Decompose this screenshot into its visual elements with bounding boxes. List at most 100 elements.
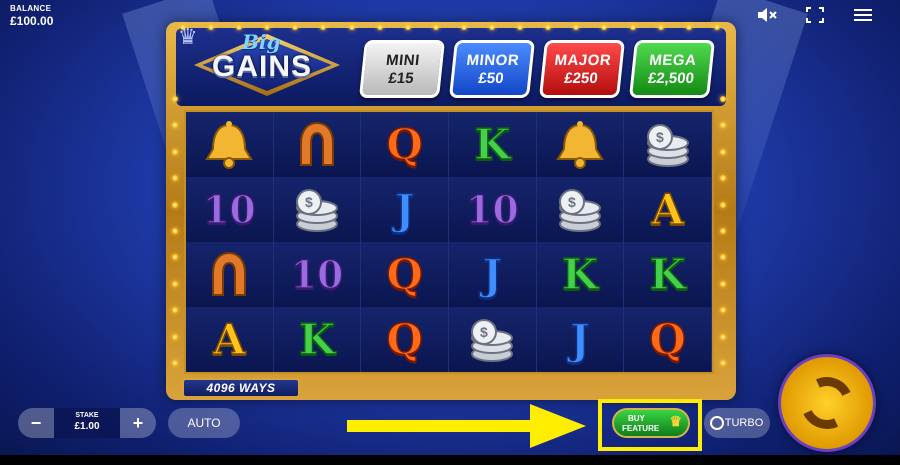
top-icon-bar bbox=[756, 6, 874, 24]
jackpot-name: MINI bbox=[385, 51, 421, 69]
mute-icon[interactable] bbox=[756, 6, 778, 24]
bulb bbox=[720, 280, 726, 287]
bulb bbox=[172, 122, 178, 129]
bulb bbox=[720, 175, 726, 182]
jackpot-value: £250 bbox=[563, 69, 599, 87]
bulb bbox=[713, 24, 720, 30]
coins-symbol-icon: $ bbox=[536, 177, 625, 242]
bulb bbox=[629, 24, 636, 30]
bulb bbox=[460, 24, 467, 30]
bulb bbox=[172, 175, 178, 182]
reel-symbol: K bbox=[273, 307, 362, 372]
reel-symbol: J bbox=[536, 307, 625, 372]
bulb-column-right bbox=[720, 96, 728, 366]
bulb bbox=[172, 96, 178, 102]
reel-symbol: Q bbox=[361, 112, 449, 177]
bulb bbox=[720, 122, 726, 129]
reel-symbol: A bbox=[624, 177, 712, 242]
jackpot-name: MEGA bbox=[648, 51, 698, 69]
highlight-arrow-shaft bbox=[347, 420, 537, 432]
bulb bbox=[376, 24, 383, 30]
fullscreen-icon[interactable] bbox=[804, 6, 826, 24]
balance-display: BALANCE £100.00 bbox=[10, 4, 53, 28]
turbo-button[interactable]: TURBO bbox=[704, 408, 770, 438]
jackpot-major: MAJOR £250 bbox=[538, 40, 626, 98]
reel-symbol: J bbox=[361, 177, 449, 242]
reel-symbol: J bbox=[448, 242, 537, 307]
reel-symbol: A bbox=[186, 307, 274, 372]
bell-symbol-icon bbox=[536, 112, 625, 177]
crown-icon: ♛ bbox=[669, 413, 682, 429]
reel-grid: Q K $10 $ J 10 $ A 10 Q J K K A K Q $ J Q bbox=[184, 110, 714, 374]
menu-icon[interactable] bbox=[852, 6, 874, 24]
jackpot-value: £2,500 bbox=[647, 69, 695, 87]
bulb bbox=[720, 333, 726, 340]
highlight-arrow-head bbox=[530, 404, 586, 448]
buy-feature-button[interactable]: BUY FEATURE ♛ bbox=[612, 408, 690, 438]
reel-symbol: Q bbox=[361, 242, 449, 307]
bulb bbox=[601, 24, 608, 30]
coins-symbol-icon: $ bbox=[273, 177, 362, 242]
spin-button[interactable] bbox=[778, 354, 876, 452]
svg-text:$: $ bbox=[656, 129, 664, 145]
bulb bbox=[720, 307, 726, 314]
reel-symbol: Q bbox=[624, 307, 712, 372]
bulb bbox=[172, 227, 178, 234]
bulb bbox=[404, 24, 411, 30]
stake-label: STAKE bbox=[75, 412, 99, 419]
bulb bbox=[720, 96, 726, 102]
crown-icon: ♛ bbox=[178, 24, 198, 49]
reel-symbol: Q bbox=[361, 307, 449, 372]
svg-text:$: $ bbox=[568, 194, 576, 210]
bulb bbox=[172, 359, 178, 366]
reel-symbol: K bbox=[624, 242, 712, 307]
horseshoe-symbol-icon bbox=[273, 112, 362, 177]
turbo-label: TURBO bbox=[724, 417, 764, 429]
coins-symbol-icon: $ bbox=[448, 307, 537, 372]
bell-symbol-icon bbox=[186, 112, 274, 177]
horseshoe-symbol-icon bbox=[186, 242, 274, 307]
jackpot-name: MAJOR bbox=[553, 51, 613, 69]
spin-arrows-icon bbox=[793, 369, 861, 437]
stake-control: − STAKE £1.00 + bbox=[18, 408, 156, 438]
svg-text:$: $ bbox=[305, 194, 313, 210]
bulb bbox=[489, 24, 496, 30]
decrease-stake-button[interactable]: − bbox=[18, 408, 54, 438]
jackpot-minor: MINOR £50 bbox=[448, 40, 536, 98]
reel-symbol: 10 bbox=[273, 242, 362, 307]
bulb bbox=[432, 24, 439, 30]
stake-value: £1.00 bbox=[74, 421, 100, 432]
turbo-icon bbox=[710, 416, 724, 430]
reel-symbol: 10 bbox=[448, 177, 537, 242]
bulb bbox=[720, 227, 726, 234]
stake-display: STAKE £1.00 bbox=[54, 408, 120, 438]
bulb bbox=[172, 254, 178, 261]
autoplay-button[interactable]: AUTO bbox=[168, 408, 240, 438]
bottom-strip bbox=[0, 455, 900, 465]
bulb bbox=[685, 24, 692, 30]
reel-symbol: K bbox=[536, 242, 625, 307]
bulb bbox=[172, 280, 178, 287]
bulb bbox=[720, 201, 726, 208]
bulb bbox=[172, 148, 178, 155]
jackpot-mini: MINI £15 bbox=[358, 40, 446, 98]
reel-symbol: K bbox=[448, 112, 537, 177]
bulb bbox=[172, 333, 178, 340]
bulb bbox=[720, 254, 726, 261]
coins-symbol-icon: $ bbox=[624, 112, 712, 177]
jackpot-value: £50 bbox=[477, 69, 505, 87]
bulb bbox=[545, 24, 552, 30]
reel-symbol: 10 bbox=[186, 177, 274, 242]
jackpot-mega: MEGA £2,500 bbox=[628, 40, 716, 98]
increase-stake-button[interactable]: + bbox=[120, 408, 156, 438]
bulb bbox=[657, 24, 664, 30]
bulb bbox=[172, 307, 178, 314]
bulb bbox=[720, 359, 726, 366]
svg-text:$: $ bbox=[480, 324, 488, 340]
game-logo: ♛ Big GAINS bbox=[172, 22, 362, 96]
balance-label: BALANCE bbox=[10, 4, 52, 13]
ways-badge: 4096 WAYS bbox=[182, 378, 300, 398]
bulb bbox=[517, 24, 524, 30]
bulb bbox=[573, 24, 580, 30]
balance-value: £100.00 bbox=[10, 14, 54, 28]
